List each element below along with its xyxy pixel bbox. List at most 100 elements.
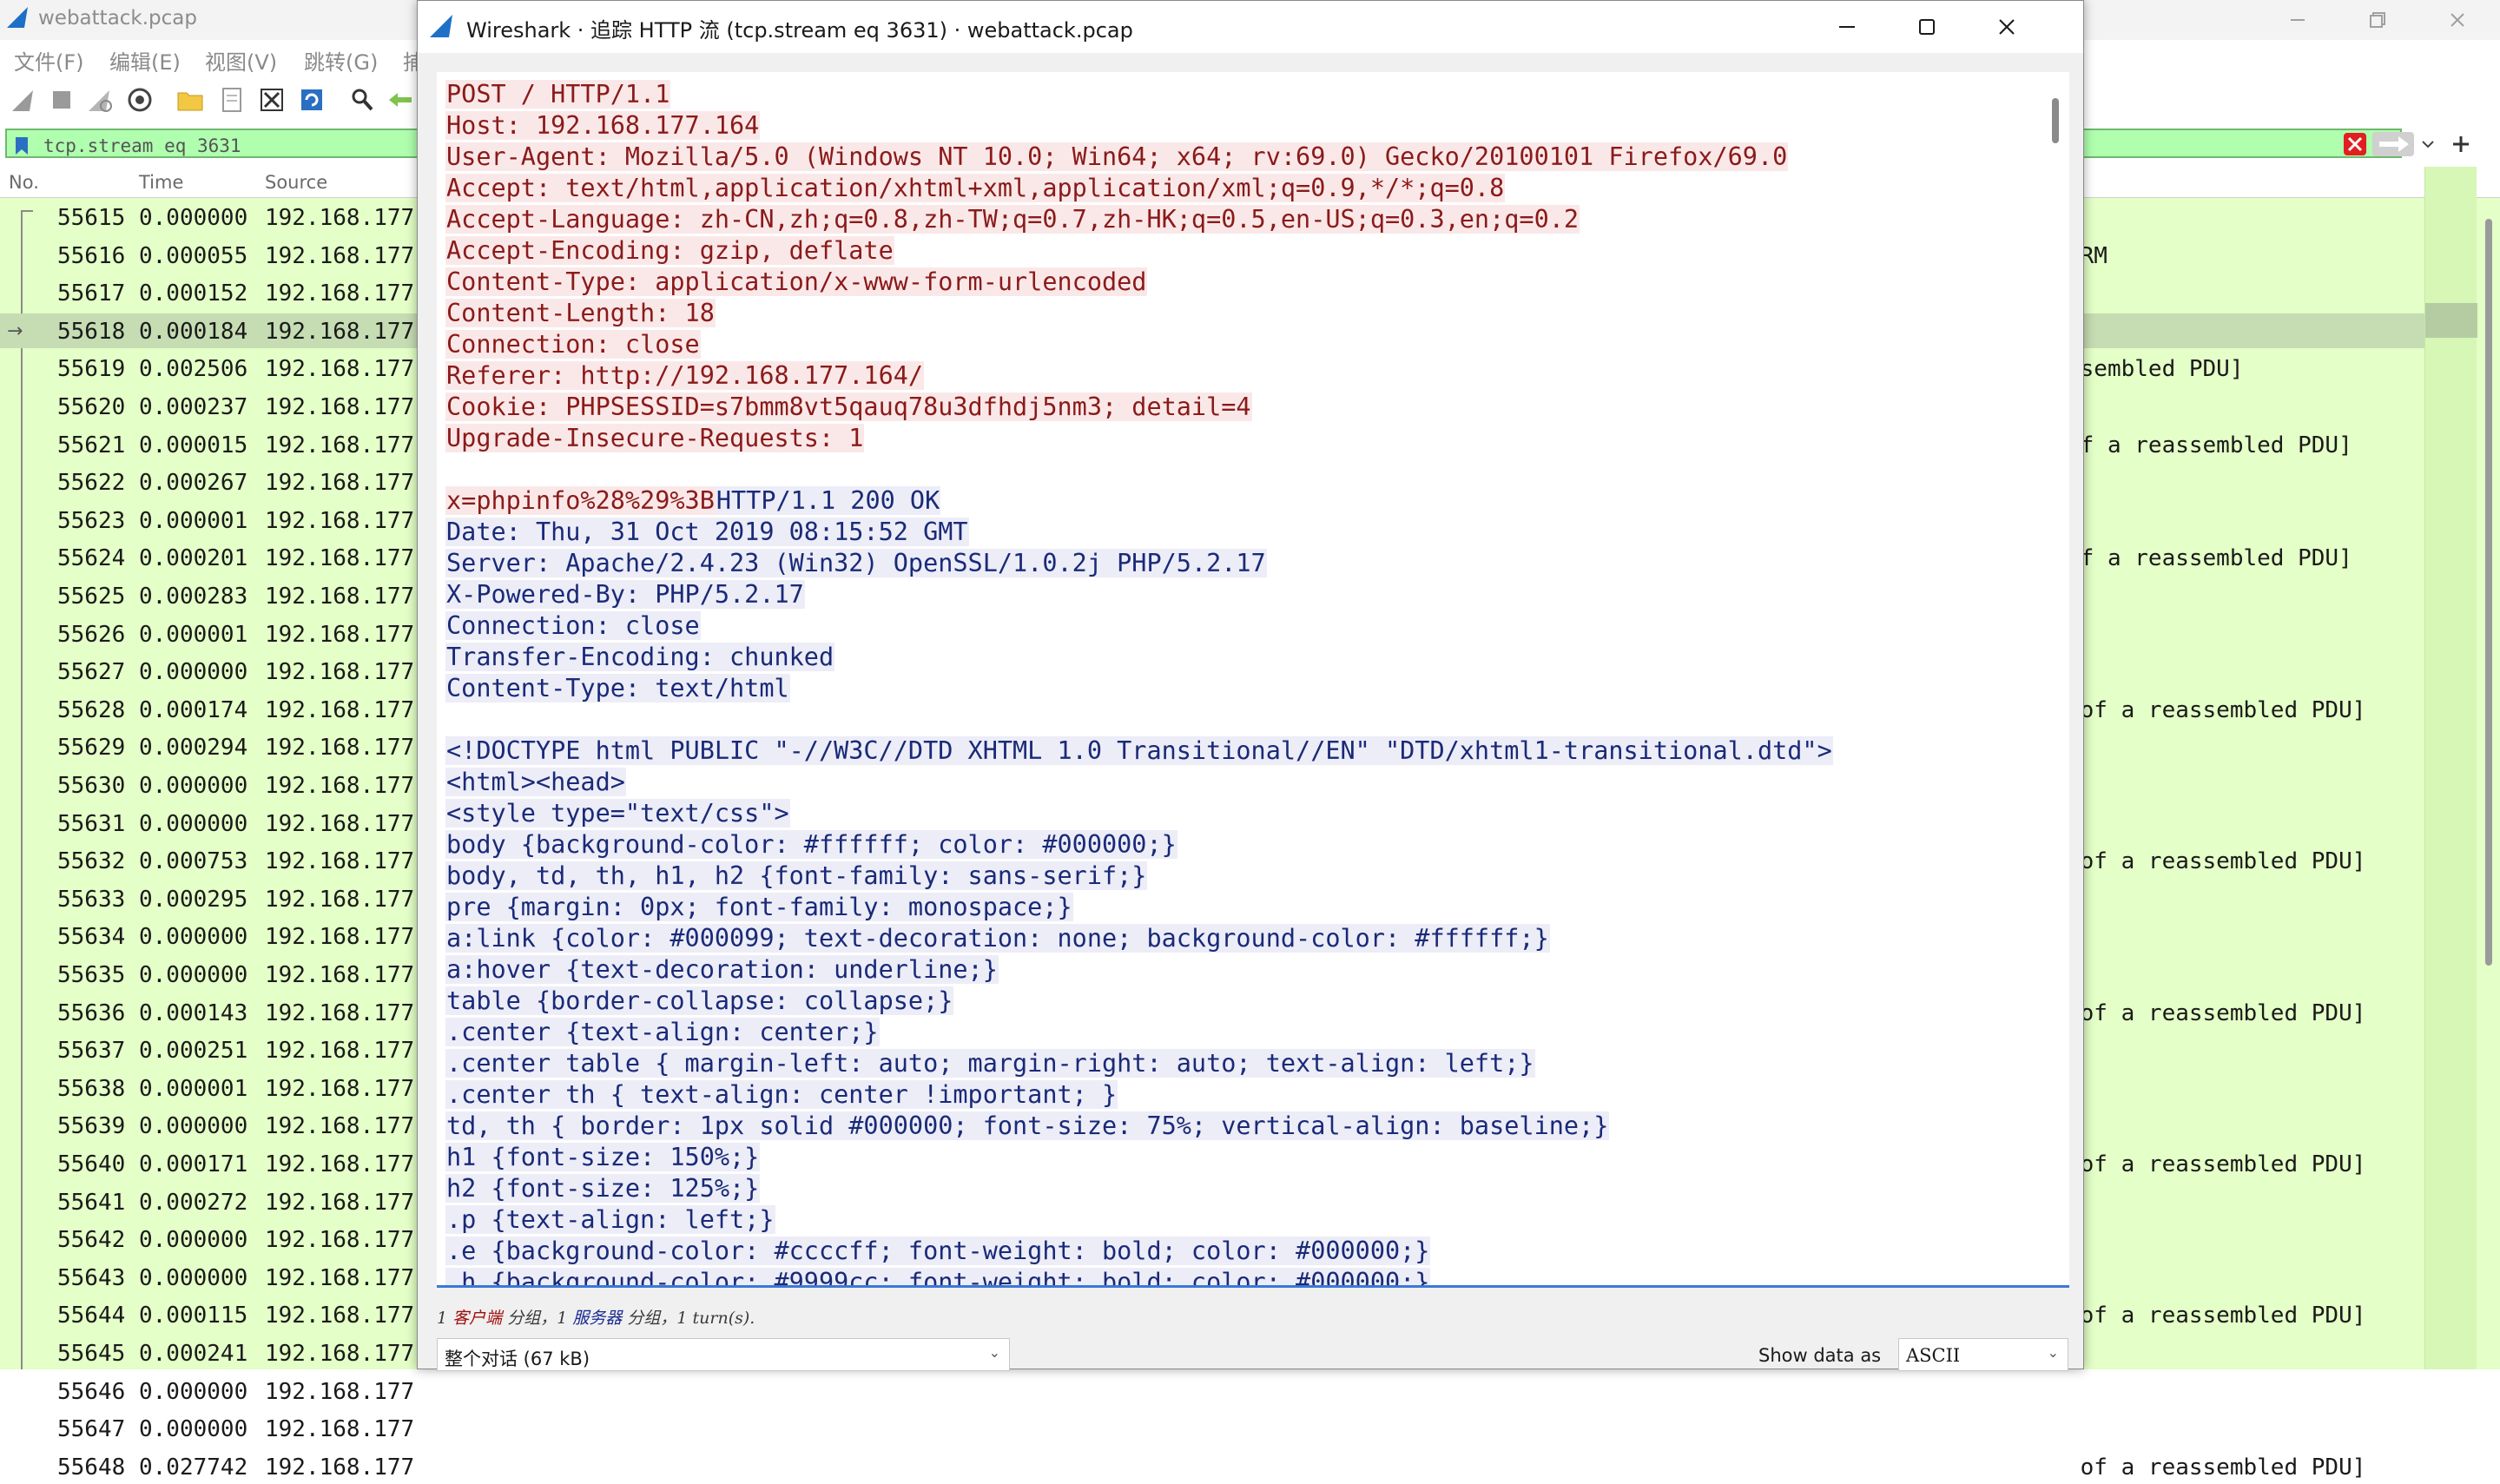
packet-info: of a reassembled PDU] — [2067, 1303, 2366, 1329]
server-body-line: <!DOCTYPE html PUBLIC "-//W3C//DTD XHTML… — [445, 735, 2035, 767]
packet-source: 192.168.177 — [265, 394, 415, 420]
column-no[interactable]: No. — [9, 172, 39, 193]
server-body-line-text: table {border-collapse: collapse;} — [445, 986, 954, 1015]
packet-source: 192.168.177 — [265, 1038, 415, 1065]
packet-number: 55637 — [57, 1038, 126, 1065]
packet-source: 192.168.177 — [265, 924, 415, 951]
start-capture-icon[interactable] — [9, 85, 38, 115]
packet-source: 192.168.177 — [265, 962, 415, 988]
stop-capture-icon[interactable] — [47, 85, 76, 115]
client-line: Referer: http://192.168.177.164/ — [445, 360, 2035, 392]
server-header-line-text: Transfer-Encoding: chunked — [445, 643, 835, 671]
conversation-select[interactable]: 整个对话 (67 kB) ⌄ — [437, 1338, 1010, 1371]
packet-source: 192.168.177 — [265, 810, 415, 837]
dialog-close-button[interactable] — [1967, 1, 2047, 53]
packet-number: 55641 — [57, 1189, 126, 1216]
minimap-selection — [2425, 303, 2477, 338]
packet-time: 0.000152 — [139, 280, 248, 307]
server-body-line-text: h1 {font-size: 150%;} — [445, 1143, 761, 1171]
table-row[interactable]: 55646 0.000000 192.168.177 — [0, 1374, 2431, 1408]
table-row[interactable]: 55648 0.027742 192.168.177 of a reassemble… — [0, 1449, 2431, 1484]
client-line: Content-Type: application/x-www-form-url… — [445, 267, 2035, 298]
server-body-line-text: body {background-color: #ffffff; color: … — [445, 830, 1177, 859]
chevron-down-icon: ⌄ — [988, 1344, 1000, 1361]
server-headers-block: Date: Thu, 31 Oct 2019 08:15:52 GMT Serve… — [445, 517, 2035, 704]
minimize-icon — [2291, 19, 2305, 21]
server-body-line: <html><head> — [445, 767, 2035, 798]
column-source[interactable]: Source — [265, 172, 327, 193]
client-line-text: Accept: text/html,application/xhtml+xml,… — [445, 174, 1506, 202]
dialog-title: Wireshark · 追踪 HTTP 流 (tcp.stream eq 363… — [466, 18, 1133, 43]
stream-content-view[interactable]: POST / HTTP/1.1 Host: 192.168.177.164 User… — [437, 72, 2069, 1288]
find-packet-icon[interactable] — [347, 85, 377, 115]
packet-minimap[interactable] — [2424, 167, 2477, 1369]
packet-number: 55621 — [57, 432, 126, 458]
menu-go[interactable]: 跳转(G) — [304, 45, 378, 76]
main-minimize-button[interactable] — [2258, 0, 2338, 40]
server-body-line-text: <!DOCTYPE html PUBLIC "-//W3C//DTD XHTML… — [445, 736, 1833, 765]
add-filter-button-icon[interactable] — [2451, 134, 2471, 155]
menu-view[interactable]: 视图(V) — [205, 45, 277, 76]
client-line: Host: 192.168.177.164 — [445, 110, 2035, 142]
save-file-icon[interactable] — [217, 85, 247, 115]
table-row[interactable]: 55647 0.000000 192.168.177 — [0, 1411, 2431, 1446]
packet-source: 192.168.177 — [265, 356, 415, 383]
go-back-icon[interactable] — [386, 85, 415, 115]
packet-number: 55619 — [57, 356, 126, 383]
column-time[interactable]: Time — [139, 172, 183, 193]
server-body-line: h1 {font-size: 150%;} — [445, 1142, 2035, 1173]
menu-edit[interactable]: 编辑(E) — [109, 45, 181, 76]
client-line: User-Agent: Mozilla/5.0 (Windows NT 10.0… — [445, 142, 2035, 173]
server-body-line-text: .center {text-align: center;} — [445, 1018, 880, 1046]
conversation-select-value: 整个对话 (67 kB) — [445, 1349, 590, 1369]
packet-number: 55640 — [57, 1151, 126, 1177]
packet-number: 55632 — [57, 848, 126, 875]
follow-stream-dialog: Wireshark · 追踪 HTTP 流 (tcp.stream eq 363… — [417, 0, 2084, 1371]
reload-file-icon[interactable] — [297, 85, 327, 115]
close-file-icon[interactable] — [257, 85, 287, 115]
packet-source: 192.168.177 — [265, 280, 415, 307]
packet-number: 55629 — [57, 735, 126, 762]
packet-list-scrollbar[interactable] — [2485, 219, 2492, 966]
summary-suffix: 分组，1 turn(s). — [622, 1309, 755, 1328]
client-line: Accept-Language: zh-CN,zh;q=0.8,zh-TW;q=… — [445, 204, 2035, 235]
packet-number: 55627 — [57, 659, 126, 686]
packet-source: 192.168.177 — [265, 886, 415, 913]
dialog-maximize-button[interactable] — [1887, 1, 1967, 53]
packet-source: 192.168.177 — [265, 1264, 415, 1291]
capture-options-icon[interactable] — [125, 85, 155, 115]
restart-capture-icon[interactable] — [85, 85, 115, 115]
related-packet-arrow-icon: → — [7, 320, 23, 342]
menu-file[interactable]: 文件(F) — [14, 45, 84, 76]
packet-number: 55618 — [57, 318, 126, 345]
server-body-line-text: .center table { margin-left: auto; margi… — [445, 1049, 1535, 1078]
client-line-text: Referer: http://192.168.177.164/ — [445, 361, 925, 390]
server-body-line-text: h2 {font-size: 125%;} — [445, 1174, 761, 1203]
stream-scrollbar[interactable] — [2052, 98, 2059, 143]
server-header-line-text: X-Powered-By: PHP/5.2.17 — [445, 580, 805, 609]
server-body-line: pre {margin: 0px; font-family: monospace… — [445, 892, 2035, 923]
packet-time: 0.027742 — [139, 1454, 248, 1481]
packet-source: 192.168.177 — [265, 659, 415, 686]
dialog-minimize-button[interactable] — [1807, 1, 1887, 53]
stream-text: POST / HTTP/1.1 Host: 192.168.177.164 User… — [445, 79, 2035, 1285]
packet-number: 55645 — [57, 1341, 126, 1367]
packet-number: 55642 — [57, 1227, 126, 1254]
packet-time: 0.000753 — [139, 848, 248, 875]
packet-time: 0.000174 — [139, 696, 248, 723]
packet-source: 192.168.177 — [265, 848, 415, 875]
packet-source: 192.168.177 — [265, 242, 415, 269]
server-body-line-text: a:hover {text-decoration: underline;} — [445, 955, 999, 984]
server-body-line: table {border-collapse: collapse;} — [445, 986, 2035, 1017]
bookmark-icon[interactable] — [14, 135, 30, 156]
clear-filter-icon[interactable] — [2343, 132, 2367, 156]
main-restore-button[interactable] — [2338, 0, 2418, 40]
apply-filter-icon[interactable] — [2372, 132, 2414, 156]
main-close-button[interactable] — [2418, 0, 2497, 40]
server-header-line: Transfer-Encoding: chunked — [445, 642, 2035, 673]
packet-time: 0.000283 — [139, 584, 248, 610]
filter-history-dropdown-icon[interactable] — [2419, 135, 2437, 153]
open-file-icon[interactable] — [175, 85, 205, 115]
client-line: Content-Length: 18 — [445, 298, 2035, 329]
show-data-as-select[interactable]: ASCII ⌄ — [1898, 1338, 2068, 1371]
